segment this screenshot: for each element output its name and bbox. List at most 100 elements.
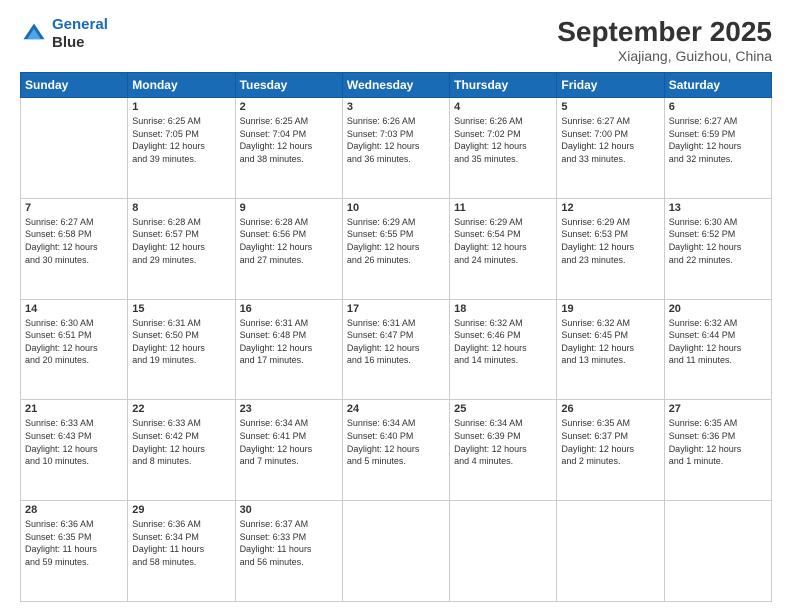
logo-line2: Blue [52, 34, 108, 52]
day-info: Sunrise: 6:29 AM Sunset: 6:53 PM Dayligh… [561, 216, 659, 266]
day-info: Sunrise: 6:26 AM Sunset: 7:02 PM Dayligh… [454, 115, 552, 165]
logo: General Blue [20, 16, 108, 52]
calendar-cell: 16 Sunrise: 6:31 AM Sunset: 6:48 PM Dayli… [235, 299, 342, 400]
page: General Blue September 2025 Xiajiang, Gu… [0, 0, 792, 612]
day-info: Sunrise: 6:34 AM Sunset: 6:39 PM Dayligh… [454, 417, 552, 467]
day-number: 6 [669, 101, 767, 113]
day-number: 3 [347, 101, 445, 113]
day-number: 27 [669, 403, 767, 415]
calendar-cell: 13Sunrise: 6:30 AM Sunset: 6:52 PM Dayli… [664, 198, 771, 299]
calendar-header-monday: Monday [128, 73, 235, 98]
day-info: Sunrise: 6:36 AM Sunset: 6:34 PM Dayligh… [132, 518, 230, 568]
day-info: Sunrise: 6:31 AM Sunset: 6:50 PM Dayligh… [132, 317, 230, 367]
day-info: Sunrise: 6:27 AM Sunset: 6:59 PM Dayligh… [669, 115, 767, 165]
day-info: Sunrise: 6:33 AM Sunset: 6:42 PM Dayligh… [132, 417, 230, 467]
calendar-header-tuesday: Tuesday [235, 73, 342, 98]
day-number: 9 [240, 202, 338, 214]
calendar-cell: 25 Sunrise: 6:34 AM Sunset: 6:39 PM Dayli… [450, 400, 557, 501]
day-info: Sunrise: 6:35 AM Sunset: 6:36 PM Dayligh… [669, 417, 767, 467]
day-info: Sunrise: 6:35 AM Sunset: 6:37 PM Dayligh… [561, 417, 659, 467]
day-number: 18 [454, 303, 552, 315]
calendar-cell: 2 Sunrise: 6:25 AM Sunset: 7:04 PM Daylig… [235, 98, 342, 199]
day-info: Sunrise: 6:32 AM Sunset: 6:46 PM Dayligh… [454, 317, 552, 367]
day-info: Sunrise: 6:25 AM Sunset: 7:05 PM Dayligh… [132, 115, 230, 165]
calendar-cell: 24Sunrise: 6:34 AM Sunset: 6:40 PM Dayli… [342, 400, 449, 501]
day-info: Sunrise: 6:26 AM Sunset: 7:03 PM Dayligh… [347, 115, 445, 165]
day-number: 12 [561, 202, 659, 214]
day-number: 4 [454, 101, 552, 113]
calendar-cell: 1 Sunrise: 6:25 AM Sunset: 7:05 PM Daylig… [128, 98, 235, 199]
calendar-cell: 22Sunrise: 6:33 AM Sunset: 6:42 PM Dayli… [128, 400, 235, 501]
calendar-cell: 9 Sunrise: 6:28 AM Sunset: 6:56 PM Daylig… [235, 198, 342, 299]
day-info: Sunrise: 6:29 AM Sunset: 6:54 PM Dayligh… [454, 216, 552, 266]
calendar-cell: 29 Sunrise: 6:36 AM Sunset: 6:34 PM Dayli… [128, 501, 235, 602]
calendar-cell [21, 98, 128, 199]
day-number: 7 [25, 202, 123, 214]
day-number: 1 [132, 101, 230, 113]
calendar-cell: 8Sunrise: 6:28 AM Sunset: 6:57 PM Daylig… [128, 198, 235, 299]
calendar-cell: 14Sunrise: 6:30 AM Sunset: 6:51 PM Dayli… [21, 299, 128, 400]
calendar-cell: 5Sunrise: 6:27 AM Sunset: 7:00 PM Daylig… [557, 98, 664, 199]
day-number: 30 [240, 504, 338, 516]
day-info: Sunrise: 6:32 AM Sunset: 6:44 PM Dayligh… [669, 317, 767, 367]
day-number: 28 [25, 504, 123, 516]
day-info: Sunrise: 6:33 AM Sunset: 6:43 PM Dayligh… [25, 417, 123, 467]
day-info: Sunrise: 6:31 AM Sunset: 6:48 PM Dayligh… [240, 317, 338, 367]
day-info: Sunrise: 6:37 AM Sunset: 6:33 PM Dayligh… [240, 518, 338, 568]
calendar-cell: 28 Sunrise: 6:36 AM Sunset: 6:35 PM Dayli… [21, 501, 128, 602]
week-row-2: 7 Sunrise: 6:27 AM Sunset: 6:58 PM Daylig… [21, 198, 772, 299]
calendar-cell: 18 Sunrise: 6:32 AM Sunset: 6:46 PM Dayli… [450, 299, 557, 400]
calendar-cell: 23Sunrise: 6:34 AM Sunset: 6:41 PM Dayli… [235, 400, 342, 501]
calendar-header-saturday: Saturday [664, 73, 771, 98]
calendar-cell: 26 Sunrise: 6:35 AM Sunset: 6:37 PM Dayli… [557, 400, 664, 501]
calendar-cell: 12 Sunrise: 6:29 AM Sunset: 6:53 PM Dayli… [557, 198, 664, 299]
day-number: 24 [347, 403, 445, 415]
calendar-cell: 15 Sunrise: 6:31 AM Sunset: 6:50 PM Dayli… [128, 299, 235, 400]
calendar-cell: 27 Sunrise: 6:35 AM Sunset: 6:36 PM Dayli… [664, 400, 771, 501]
logo-line1: General [52, 16, 108, 33]
day-number: 21 [25, 403, 123, 415]
day-number: 11 [454, 202, 552, 214]
calendar-cell [557, 501, 664, 602]
day-info: Sunrise: 6:25 AM Sunset: 7:04 PM Dayligh… [240, 115, 338, 165]
day-number: 5 [561, 101, 659, 113]
calendar-header-sunday: Sunday [21, 73, 128, 98]
calendar-cell: 10 Sunrise: 6:29 AM Sunset: 6:55 PM Dayli… [342, 198, 449, 299]
header: General Blue September 2025 Xiajiang, Gu… [20, 16, 772, 64]
day-number: 25 [454, 403, 552, 415]
calendar-cell: 11 Sunrise: 6:29 AM Sunset: 6:54 PM Dayli… [450, 198, 557, 299]
day-number: 19 [561, 303, 659, 315]
day-info: Sunrise: 6:28 AM Sunset: 6:56 PM Dayligh… [240, 216, 338, 266]
calendar-cell: 21 Sunrise: 6:33 AM Sunset: 6:43 PM Dayli… [21, 400, 128, 501]
title-block: September 2025 Xiajiang, Guizhou, China [557, 16, 772, 64]
day-info: Sunrise: 6:27 AM Sunset: 6:58 PM Dayligh… [25, 216, 123, 266]
week-row-3: 14Sunrise: 6:30 AM Sunset: 6:51 PM Dayli… [21, 299, 772, 400]
day-number: 2 [240, 101, 338, 113]
day-number: 10 [347, 202, 445, 214]
day-info: Sunrise: 6:29 AM Sunset: 6:55 PM Dayligh… [347, 216, 445, 266]
day-info: Sunrise: 6:36 AM Sunset: 6:35 PM Dayligh… [25, 518, 123, 568]
day-number: 26 [561, 403, 659, 415]
calendar-cell: 20 Sunrise: 6:32 AM Sunset: 6:44 PM Dayli… [664, 299, 771, 400]
calendar-cell: 7 Sunrise: 6:27 AM Sunset: 6:58 PM Daylig… [21, 198, 128, 299]
day-number: 16 [240, 303, 338, 315]
week-row-5: 28 Sunrise: 6:36 AM Sunset: 6:35 PM Dayli… [21, 501, 772, 602]
week-row-1: 1 Sunrise: 6:25 AM Sunset: 7:05 PM Daylig… [21, 98, 772, 199]
day-number: 29 [132, 504, 230, 516]
calendar-cell: 3 Sunrise: 6:26 AM Sunset: 7:03 PM Daylig… [342, 98, 449, 199]
month-title: September 2025 [557, 16, 772, 48]
calendar-cell [450, 501, 557, 602]
location: Xiajiang, Guizhou, China [557, 48, 772, 64]
day-info: Sunrise: 6:34 AM Sunset: 6:41 PM Dayligh… [240, 417, 338, 467]
calendar-cell: 30 Sunrise: 6:37 AM Sunset: 6:33 PM Dayli… [235, 501, 342, 602]
logo-icon [20, 20, 48, 48]
calendar-header-wednesday: Wednesday [342, 73, 449, 98]
calendar: SundayMondayTuesdayWednesdayThursdayFrid… [20, 72, 772, 602]
calendar-cell: 6 Sunrise: 6:27 AM Sunset: 6:59 PM Daylig… [664, 98, 771, 199]
calendar-header-row: SundayMondayTuesdayWednesdayThursdayFrid… [21, 73, 772, 98]
day-number: 20 [669, 303, 767, 315]
day-info: Sunrise: 6:32 AM Sunset: 6:45 PM Dayligh… [561, 317, 659, 367]
calendar-cell [342, 501, 449, 602]
day-number: 15 [132, 303, 230, 315]
day-info: Sunrise: 6:30 AM Sunset: 6:51 PM Dayligh… [25, 317, 123, 367]
